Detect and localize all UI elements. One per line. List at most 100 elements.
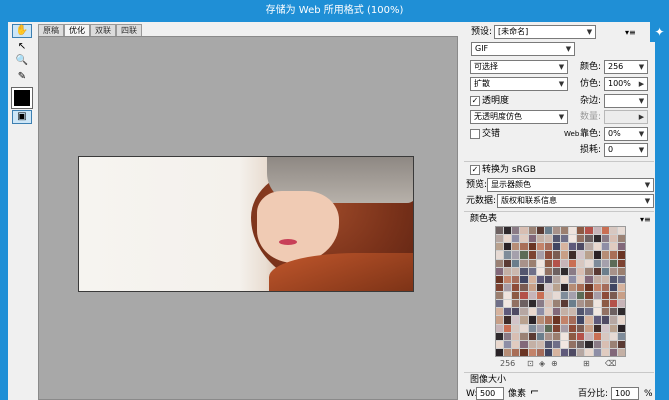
color-swatch[interactable] — [609, 267, 617, 275]
color-swatch[interactable] — [552, 251, 560, 259]
color-swatch[interactable] — [504, 292, 512, 300]
color-swatch[interactable] — [528, 283, 536, 291]
color-swatch[interactable] — [528, 300, 536, 308]
colors-select[interactable]: 256 ▼ — [604, 60, 648, 74]
color-swatch[interactable] — [512, 227, 520, 235]
color-swatch[interactable] — [593, 259, 601, 267]
color-table-grid[interactable] — [495, 226, 626, 357]
color-swatch[interactable] — [593, 251, 601, 259]
lossy-field[interactable]: 0 ▼ — [604, 143, 648, 157]
color-swatch[interactable] — [544, 324, 552, 332]
color-swatch[interactable] — [496, 332, 504, 340]
slice-select-tool-icon[interactable]: ↖ — [12, 40, 32, 54]
color-swatch[interactable] — [520, 316, 528, 324]
color-swatch[interactable] — [569, 251, 577, 259]
color-swatch[interactable] — [577, 243, 585, 251]
color-swatch[interactable] — [552, 283, 560, 291]
color-swatch[interactable] — [512, 300, 520, 308]
color-swatch[interactable] — [585, 243, 593, 251]
color-swatch[interactable] — [585, 340, 593, 348]
color-swatch[interactable] — [504, 324, 512, 332]
color-swatch[interactable] — [520, 340, 528, 348]
color-swatch[interactable] — [536, 235, 544, 243]
color-swatch[interactable] — [520, 308, 528, 316]
color-swatch[interactable] — [520, 283, 528, 291]
color-swatch[interactable] — [609, 251, 617, 259]
color-swatch[interactable] — [536, 275, 544, 283]
color-swatch[interactable] — [520, 324, 528, 332]
color-swatch[interactable] — [585, 316, 593, 324]
color-swatch[interactable] — [544, 251, 552, 259]
color-swatch[interactable] — [512, 283, 520, 291]
color-swatch[interactable] — [544, 300, 552, 308]
color-swatch[interactable] — [552, 340, 560, 348]
color-swatch[interactable] — [585, 292, 593, 300]
color-swatch[interactable] — [536, 267, 544, 275]
color-swatch[interactable] — [512, 324, 520, 332]
color-swatch[interactable] — [569, 227, 577, 235]
color-swatch[interactable] — [577, 251, 585, 259]
map-color-icon[interactable]: ⊡ — [527, 358, 534, 370]
color-swatch[interactable] — [569, 324, 577, 332]
color-swatch[interactable] — [504, 348, 512, 356]
color-swatch[interactable] — [593, 332, 601, 340]
color-swatch[interactable] — [504, 251, 512, 259]
color-swatch[interactable] — [496, 227, 504, 235]
percent-input[interactable]: 100 — [611, 387, 639, 400]
color-swatch[interactable] — [520, 348, 528, 356]
web-shift-icon[interactable]: ◈ — [539, 358, 545, 370]
color-swatch[interactable] — [577, 267, 585, 275]
toggle-slices-icon[interactable]: ▣ — [12, 110, 32, 124]
color-swatch[interactable] — [593, 292, 601, 300]
color-swatch[interactable] — [520, 227, 528, 235]
color-swatch[interactable] — [496, 340, 504, 348]
eyedropper-tool-icon[interactable]: ✎ — [12, 70, 32, 84]
color-swatch[interactable] — [536, 283, 544, 291]
color-swatch[interactable] — [496, 324, 504, 332]
format-select[interactable]: GIF ▼ — [471, 42, 575, 56]
color-swatch[interactable] — [609, 340, 617, 348]
color-swatch[interactable] — [601, 348, 609, 356]
color-swatch[interactable] — [561, 259, 569, 267]
color-swatch[interactable] — [561, 324, 569, 332]
color-swatch[interactable] — [609, 243, 617, 251]
color-swatch[interactable] — [544, 348, 552, 356]
color-swatch[interactable] — [569, 308, 577, 316]
color-swatch[interactable] — [536, 251, 544, 259]
color-swatch[interactable] — [609, 300, 617, 308]
color-swatch[interactable] — [520, 235, 528, 243]
color-swatch[interactable] — [601, 324, 609, 332]
color-swatch[interactable] — [601, 267, 609, 275]
color-swatch[interactable] — [504, 300, 512, 308]
color-swatch[interactable] — [569, 283, 577, 291]
color-swatch[interactable] — [601, 251, 609, 259]
color-swatch[interactable] — [585, 227, 593, 235]
color-swatch[interactable] — [609, 348, 617, 356]
color-swatch[interactable] — [585, 332, 593, 340]
color-swatch[interactable] — [569, 243, 577, 251]
color-swatch[interactable] — [561, 227, 569, 235]
color-swatch[interactable] — [552, 316, 560, 324]
color-swatch[interactable] — [512, 316, 520, 324]
color-swatch[interactable] — [569, 275, 577, 283]
color-swatch[interactable] — [601, 332, 609, 340]
color-swatch[interactable] — [496, 235, 504, 243]
color-swatch[interactable] — [593, 340, 601, 348]
share-icon[interactable]: ✦ — [650, 22, 669, 42]
color-swatch[interactable] — [512, 340, 520, 348]
color-swatch[interactable] — [504, 340, 512, 348]
color-swatch[interactable] — [569, 300, 577, 308]
color-swatch[interactable] — [561, 340, 569, 348]
color-swatch[interactable] — [528, 243, 536, 251]
color-swatch[interactable] — [504, 227, 512, 235]
matte-select[interactable]: ▼ — [604, 94, 648, 108]
color-swatch[interactable] — [552, 275, 560, 283]
color-swatch[interactable] — [601, 283, 609, 291]
color-swatch[interactable] — [552, 227, 560, 235]
interlaced-checkbox[interactable] — [470, 129, 480, 139]
color-swatch[interactable] — [496, 251, 504, 259]
color-swatch[interactable] — [577, 348, 585, 356]
color-swatch[interactable] — [569, 332, 577, 340]
color-swatch[interactable] — [601, 275, 609, 283]
color-swatch[interactable] — [512, 251, 520, 259]
